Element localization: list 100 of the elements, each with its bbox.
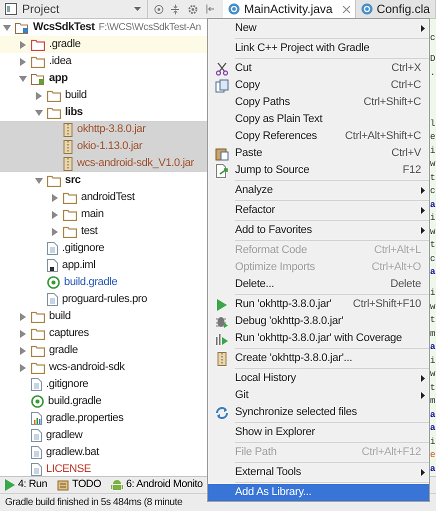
tree-item[interactable]: build (0, 87, 207, 104)
collapse-arrow-icon[interactable] (35, 108, 43, 116)
code-fragment: i (430, 212, 436, 226)
tree-item[interactable]: gradle.properties (0, 410, 207, 427)
tree-item[interactable]: LICENSE (0, 461, 207, 476)
expand-arrow-icon[interactable] (19, 40, 27, 48)
crosshair-icon[interactable] (154, 4, 164, 14)
tree-item[interactable]: main (0, 206, 207, 223)
tree-item[interactable]: wcs-android-sdk (0, 359, 207, 376)
expand-arrow-icon[interactable] (19, 312, 27, 320)
tree-item[interactable]: WcsSdkTest F:\WCS\WcsSdkTest-An (0, 19, 207, 36)
tree-item[interactable]: .gitignore (0, 376, 207, 393)
collapse-arrow-icon[interactable] (19, 74, 27, 82)
submenu-arrow-icon (421, 207, 425, 214)
tree-item[interactable]: libs (0, 104, 207, 121)
tool-window-button[interactable]: 4: Run (5, 477, 48, 493)
file-icon (31, 378, 42, 391)
tree-item[interactable]: gradlew.bat (0, 444, 207, 461)
tree-item[interactable]: build.gradle (0, 393, 207, 410)
expand-arrow-icon[interactable] (19, 364, 27, 372)
menu-item[interactable]: Add As Library... (208, 484, 429, 501)
document-arrow-icon (214, 164, 228, 178)
editor-tab[interactable]: Config.cla (356, 0, 436, 18)
shortcut-label: F12 (402, 163, 422, 178)
tool-window-button[interactable]: TODO (57, 477, 102, 493)
menu-item[interactable]: Copy References Ctrl+Alt+Shift+C (208, 128, 429, 145)
panel-title[interactable]: Project (22, 0, 60, 18)
menu-item[interactable]: New (208, 20, 429, 37)
expand-arrow-icon[interactable] (51, 194, 59, 202)
tool-window-button[interactable]: 6: Android Monito (111, 477, 203, 493)
menu-item[interactable]: Copy Ctrl+C (208, 77, 429, 94)
sync-icon (214, 406, 228, 420)
tree-item[interactable]: test (0, 223, 207, 240)
expand-arrow-icon[interactable] (35, 92, 43, 100)
tree-item[interactable]: gradlew (0, 427, 207, 444)
tree-item[interactable]: gradle (0, 342, 207, 359)
tree-item[interactable]: .gradle (0, 36, 207, 53)
menu-item[interactable]: Synchronize selected files (208, 404, 429, 421)
menu-item[interactable]: Run 'okhttp-3.8.0.jar' with Coverage (208, 330, 429, 347)
collapse-arrow-icon[interactable] (35, 176, 43, 184)
folder-icon (47, 174, 61, 186)
status-text: Gradle build finished in 5s 484ms (8 minute (5, 496, 182, 510)
menu-item[interactable]: External Tools (208, 464, 429, 481)
tree-item[interactable]: app (0, 70, 207, 87)
tree-item[interactable]: .idea (0, 53, 207, 70)
menu-item[interactable]: Local History (208, 370, 429, 387)
submenu-arrow-icon (421, 187, 425, 194)
menu-item[interactable]: Debug 'okhttp-3.8.0.jar' (208, 313, 429, 330)
tree-item[interactable]: okio-1.13.0.jar (0, 138, 207, 155)
menu-item[interactable]: Paste Ctrl+V (208, 145, 429, 162)
menu-item[interactable]: Copy Paths Ctrl+Shift+C (208, 94, 429, 111)
archive-icon (63, 140, 73, 154)
tree-item[interactable]: okhttp-3.8.0.jar (0, 121, 207, 138)
settings-icon[interactable] (188, 4, 198, 14)
tree-item[interactable]: build.gradle (0, 274, 207, 291)
tree-item[interactable]: androidTest (0, 189, 207, 206)
menu-item[interactable]: Cut Ctrl+X (208, 60, 429, 77)
tree-item[interactable]: build (0, 308, 207, 325)
tree-item[interactable]: .gitignore (0, 240, 207, 257)
folder-icon (31, 362, 45, 374)
menu-item[interactable]: Copy as Plain Text (208, 111, 429, 128)
hide-panel-icon[interactable] (206, 4, 216, 14)
code-fragment: a (430, 266, 436, 280)
expand-arrow-icon[interactable] (19, 330, 27, 338)
tree-item[interactable]: wcs-android-sdk_V1.0.jar (0, 155, 207, 172)
tree-item[interactable]: proguard-rules.pro (0, 291, 207, 308)
menu-item[interactable]: Analyze (208, 182, 429, 199)
menu-item[interactable]: Add to Favorites (208, 222, 429, 239)
expand-arrow-icon[interactable] (19, 58, 27, 66)
menu-item[interactable]: Link C++ Project with Gradle (208, 40, 429, 57)
menu-item[interactable]: Refactor (208, 202, 429, 219)
code-fragment: i (430, 354, 436, 368)
menu-item[interactable]: Jump to Source F12 (208, 162, 429, 179)
folder-icon (31, 310, 45, 322)
menu-item[interactable]: Show in Explorer (208, 424, 429, 441)
editor-tab[interactable]: MainActivity.java (223, 0, 356, 18)
code-fragment: t (430, 239, 436, 252)
play-icon (5, 479, 15, 491)
tree-item[interactable]: captures (0, 325, 207, 342)
collapse-arrow-icon[interactable] (3, 24, 11, 32)
close-icon[interactable] (342, 6, 350, 12)
code-fragment: D (430, 53, 436, 66)
menu-item[interactable]: Create 'okhttp-3.8.0.jar'... (208, 350, 429, 367)
code-fragment: . (430, 66, 436, 80)
code-fragment: w (430, 368, 436, 381)
collapse-icon[interactable] (170, 4, 180, 14)
menu-item[interactable]: Run 'okhttp-3.8.0.jar' Ctrl+Shift+F10 (208, 296, 429, 313)
menu-item[interactable]: Git (208, 387, 429, 404)
code-fragment: t (430, 172, 436, 185)
expand-arrow-icon[interactable] (51, 210, 59, 218)
expand-arrow-icon[interactable] (19, 346, 27, 354)
tree-item[interactable]: app.iml (0, 257, 207, 274)
module-folder-icon (31, 72, 45, 84)
archive-icon (63, 156, 73, 170)
folder-icon (63, 208, 77, 220)
module-folder-icon (15, 22, 29, 34)
menu-item[interactable]: Delete... Delete (208, 276, 429, 293)
dropdown-caret-icon[interactable] (134, 7, 141, 11)
expand-arrow-icon[interactable] (51, 228, 59, 236)
tree-item[interactable]: src (0, 172, 207, 189)
